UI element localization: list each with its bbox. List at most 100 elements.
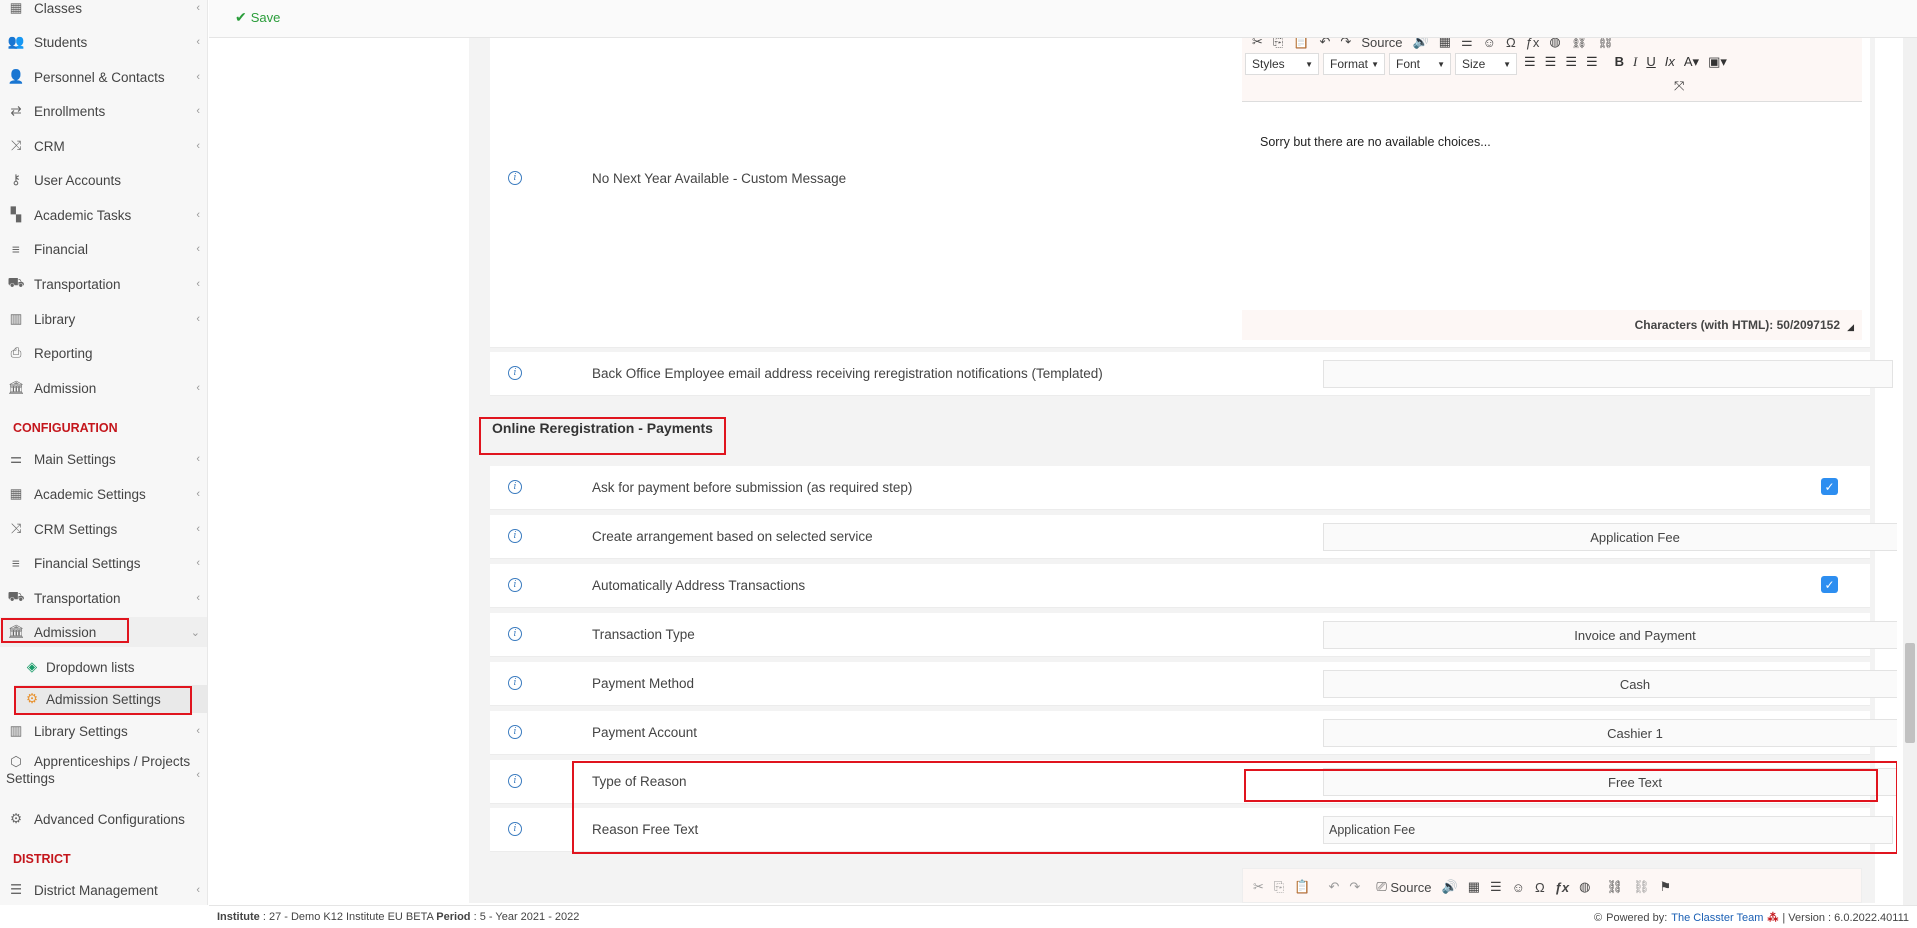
source-button[interactable]: Source <box>1361 38 1402 52</box>
save-button[interactable]: ✔ Save <box>235 9 280 26</box>
info-icon[interactable]: i <box>508 529 522 543</box>
sidebar-item-library-settings[interactable]: ▥ Library Settings ‹ <box>0 716 207 746</box>
info-icon[interactable]: i <box>508 627 522 641</box>
info-icon[interactable]: i <box>508 676 522 690</box>
resize-handle-icon[interactable]: ◢ <box>1847 322 1854 333</box>
smiley-icon[interactable]: ☺ <box>1512 877 1525 897</box>
link-icon[interactable]: ⛓ <box>1571 38 1588 52</box>
globe-icon[interactable]: ◍ <box>1549 38 1560 52</box>
arrangement-service-select[interactable]: Application Fee × ▼ <box>1323 523 1897 551</box>
info-icon[interactable]: i <box>508 578 522 592</box>
unlink-icon[interactable]: ⛓ <box>1597 38 1614 52</box>
unlink-icon[interactable]: ⛓ <box>1633 877 1650 897</box>
paste-icon[interactable]: 📋 <box>1294 877 1310 897</box>
auto-address-checkbox[interactable]: ✓ <box>1821 576 1838 593</box>
undo-icon[interactable]: ↶ <box>1329 877 1340 897</box>
info-icon[interactable]: i <box>508 480 522 494</box>
sidebar-item-dropdown-lists[interactable]: ◈ Dropdown lists <box>24 653 135 681</box>
sidebar-item-academic-tasks[interactable]: ▚ Academic Tasks ‹ <box>0 200 207 230</box>
ask-payment-checkbox[interactable]: ✓ <box>1821 478 1838 495</box>
horizontal-rule-icon[interactable]: ☰ <box>1461 38 1473 52</box>
reason-free-text-input[interactable]: Application Fee <box>1323 816 1893 844</box>
format-combo[interactable]: Format ▼ <box>1323 53 1385 75</box>
info-icon[interactable]: i <box>508 366 522 380</box>
maximize-icon[interactable]: ⤧ <box>1674 78 1684 94</box>
font-combo[interactable]: Font ▼ <box>1389 53 1451 75</box>
sidebar-item-apprenticeships[interactable]: ⬡ Apprenticeships / Projects Settings ‹ <box>0 753 207 793</box>
paste-icon[interactable]: 📋 <box>1293 38 1309 52</box>
transaction-type-select[interactable]: Invoice and Payment × ▼ <box>1323 621 1897 649</box>
redo-icon[interactable]: ↷ <box>1340 38 1351 52</box>
sidebar-item-financial-settings[interactable]: ≡ Financial Settings ‹ <box>0 548 207 578</box>
table-icon[interactable]: ▦ <box>1468 877 1480 897</box>
sidebar-item-enrollments[interactable]: ⇄ Enrollments ‹ <box>0 96 207 126</box>
styles-combo[interactable]: Styles ▼ <box>1245 53 1319 75</box>
sidebar-item-advanced-configurations[interactable]: ⚙ Advanced Configurations <box>0 804 207 834</box>
redo-icon[interactable]: ↷ <box>1349 877 1360 897</box>
sidebar-item-label: Enrollments <box>34 103 106 119</box>
undo-icon[interactable]: ↶ <box>1320 38 1331 52</box>
formula-icon[interactable]: ƒx <box>1555 877 1569 897</box>
back-office-email-input[interactable] <box>1323 360 1893 388</box>
source-button[interactable]: ⎚ Source <box>1376 877 1431 897</box>
italic-icon[interactable]: I <box>1633 54 1637 70</box>
audio-icon[interactable]: 🔊 <box>1413 38 1429 52</box>
sidebar-item-main-settings[interactable]: ⚌ Main Settings ‹ <box>0 444 207 474</box>
align-center-icon[interactable]: ☰ <box>1545 54 1557 70</box>
payment-account-select[interactable]: Cashier 1 × ▼ <box>1323 719 1897 747</box>
omega-icon[interactable]: Ω <box>1535 877 1545 897</box>
sidebar-item-transportation[interactable]: ⛟ Transportation ‹ <box>0 269 207 299</box>
text-color-icon[interactable]: A▾ <box>1684 54 1699 70</box>
bold-icon[interactable]: B <box>1615 54 1624 70</box>
info-icon[interactable]: i <box>508 822 522 836</box>
sidebar-item-crm[interactable]: ⤨ CRM ‹ <box>0 131 207 161</box>
sidebar-item-admission-settings[interactable]: ⚙ Admission Settings <box>14 685 207 713</box>
sidebar-item-transportation-settings[interactable]: ⛟ Transportation ‹ <box>0 583 207 613</box>
sidebar-item-user-accounts[interactable]: ⚷ User Accounts <box>0 165 207 195</box>
flag-icon[interactable]: ⚑ <box>1660 877 1672 897</box>
copy-icon[interactable]: ⎘ <box>1274 877 1284 897</box>
sidebar-item-crm-settings[interactable]: ⤨ CRM Settings ‹ <box>0 514 207 544</box>
background-color-icon[interactable]: ▣▾ <box>1708 54 1727 70</box>
sidebar-item-admission[interactable]: 🏛 Admission ‹ <box>0 373 207 403</box>
justify-icon[interactable]: ☰ <box>1586 54 1598 70</box>
sidebar-item-reporting[interactable]: ⎙ Reporting <box>0 338 207 368</box>
align-left-icon[interactable]: ☰ <box>1524 54 1536 70</box>
info-icon[interactable]: i <box>508 774 522 788</box>
info-icon[interactable]: i <box>508 171 522 185</box>
underline-icon[interactable]: U <box>1646 54 1655 70</box>
page-scrollbar[interactable] <box>1903 38 1917 905</box>
sidebar-item-students[interactable]: 👥 Students ‹ <box>0 27 207 57</box>
sidebar-item-personnel[interactable]: 👤 Personnel & Contacts ‹ <box>0 62 207 92</box>
audio-icon[interactable]: 🔊 <box>1442 877 1458 897</box>
formula-icon[interactable]: ƒx <box>1526 38 1540 52</box>
info-icon[interactable]: i <box>508 725 522 739</box>
editor-content[interactable]: Sorry but there are no available choices… <box>1260 135 1491 149</box>
align-right-icon[interactable]: ☰ <box>1565 54 1577 70</box>
setting-label: Payment Account <box>592 725 698 740</box>
chevron-left-icon: ‹ <box>196 2 200 14</box>
sidebar-item-district-management[interactable]: ☰ District Management ‹ <box>0 875 207 905</box>
payment-method-select[interactable]: Cash × ▼ <box>1323 670 1897 698</box>
copy-icon[interactable]: ⎘ <box>1273 38 1283 52</box>
omega-icon[interactable]: Ω <box>1506 38 1516 52</box>
sidebar-item-financial[interactable]: ≡ Financial ‹ <box>0 234 207 264</box>
smiley-icon[interactable]: ☺ <box>1483 38 1496 52</box>
type-of-reason-select[interactable]: Free Text × ▼ <box>1323 768 1897 796</box>
globe-icon[interactable]: ◍ <box>1579 877 1590 897</box>
sidebar-item-academic-settings[interactable]: ▦ Academic Settings ‹ <box>0 479 207 509</box>
scrollbar-thumb[interactable] <box>1905 643 1915 743</box>
link-icon[interactable]: ⛓ <box>1606 877 1623 897</box>
horizontal-rule-icon[interactable]: ☰ <box>1490 877 1502 897</box>
setting-row-create-arrangement: i Create arrangement based on selected s… <box>490 515 1897 559</box>
cut-icon[interactable]: ✂ <box>1252 38 1263 52</box>
cut-icon[interactable]: ✂ <box>1253 877 1264 897</box>
combo-label: Size <box>1462 57 1486 71</box>
remove-format-icon[interactable]: Ix <box>1665 54 1675 70</box>
table-icon[interactable]: ▦ <box>1439 38 1451 52</box>
sidebar-item-admission-config[interactable]: 🏛 Admission ⌄ <box>0 617 207 647</box>
team-link[interactable]: The Classter Team <box>1671 912 1763 924</box>
size-combo[interactable]: Size ▼ <box>1455 53 1517 75</box>
sidebar-item-classes[interactable]: ▦ Classes ‹ <box>0 0 207 23</box>
sidebar-item-library[interactable]: ▥ Library ‹ <box>0 304 207 334</box>
